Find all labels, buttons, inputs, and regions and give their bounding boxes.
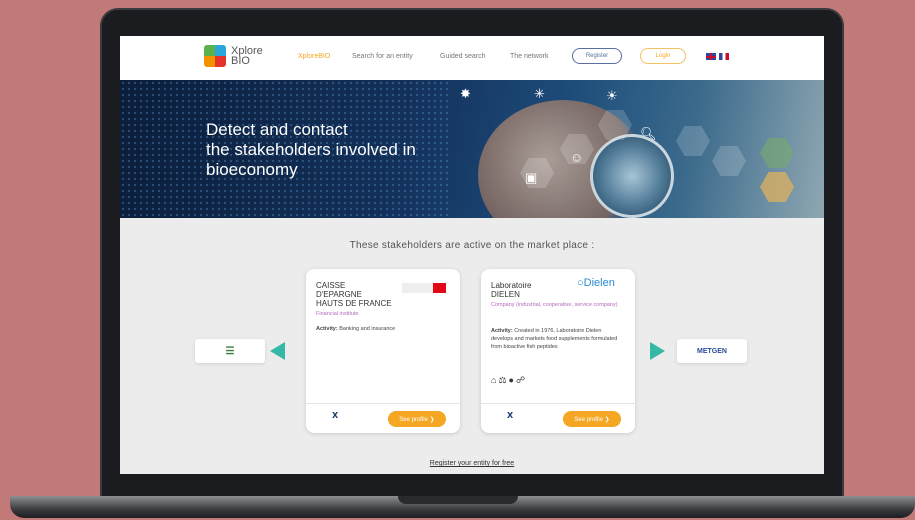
xplorebio-logo[interactable]: Xplore BIO bbox=[204, 45, 263, 67]
card-footer: 𝗫 See profile ❯ bbox=[481, 403, 635, 433]
card-name-line1: Laboratoire bbox=[491, 281, 532, 290]
card-name-line2: DIELEN bbox=[491, 290, 520, 299]
see-profile-button[interactable]: See profile ❯ bbox=[388, 411, 446, 427]
card-activity-label: Activity: bbox=[491, 328, 513, 334]
nav-link-network[interactable]: The network bbox=[510, 53, 549, 60]
network-icon: ✳ bbox=[534, 86, 545, 101]
hex-tile-wheat bbox=[760, 172, 794, 202]
carousel-prev-arrow-icon[interactable] bbox=[270, 342, 285, 360]
card-type: Financial institute bbox=[316, 311, 359, 317]
hex-tile-leaves bbox=[760, 138, 794, 168]
stakeholder-card: CAISSE D'EPARGNE HAUTS DE FRANCE Financi… bbox=[306, 269, 460, 433]
register-entity-link[interactable]: Register your entity for free bbox=[120, 460, 824, 467]
section-title: These stakeholders are active on the mar… bbox=[349, 240, 595, 251]
stakeholder-card: Laboratoire DIELEN ○Dielen Company (indu… bbox=[481, 269, 635, 433]
hero-title-line3: bioeconomy bbox=[206, 160, 298, 179]
card-footer: 𝗫 See profile ❯ bbox=[306, 403, 460, 433]
hero-title-line1: Detect and contact bbox=[206, 120, 348, 139]
logo-text-line2: BIO bbox=[231, 55, 250, 67]
presentation-icon: ▣ bbox=[525, 170, 538, 185]
hero-banner: 🔍︎ ☀ ✳ ✸ ☺ ▣ Detect and contact the stak… bbox=[120, 80, 824, 218]
institution-icon: 𝗫 bbox=[332, 411, 339, 420]
nav-link-guided-search[interactable]: Guided search bbox=[440, 53, 486, 60]
screen: Xplore BIO XploreBIO Search for an entit… bbox=[120, 36, 824, 474]
card-type: Company (industrial, cooperative, servic… bbox=[491, 302, 618, 308]
card-sector-icons: ⌂⚖●☍ bbox=[491, 375, 527, 386]
carousel-next-arrow-icon[interactable] bbox=[650, 342, 665, 360]
login-button[interactable]: Login bbox=[640, 48, 686, 64]
nav-link-search-entity[interactable]: Search for an entity bbox=[352, 53, 413, 60]
card-activity: Activity: Created in 1976, Laboratoire D… bbox=[491, 327, 623, 351]
institution-icon: 𝗫 bbox=[507, 411, 514, 420]
magnifier-icon: 🔍︎ bbox=[640, 126, 657, 141]
see-profile-button[interactable]: See profile ❯ bbox=[563, 411, 621, 427]
logo-text: Xplore BIO bbox=[231, 46, 263, 67]
card-name-line1: CAISSE bbox=[316, 281, 346, 290]
document-icon: ☰ bbox=[225, 345, 235, 357]
share-icon: ☍ bbox=[515, 375, 528, 385]
hex-tile bbox=[712, 146, 746, 176]
hex-tile bbox=[676, 126, 710, 156]
metgen-logo-text: METGEN bbox=[697, 347, 727, 355]
hero-title: Detect and contact the stakeholders invo… bbox=[206, 120, 496, 180]
lightbulb-icon: ☀ bbox=[606, 88, 618, 103]
people-icon: ☺ bbox=[570, 150, 584, 165]
hero-title-line2: the stakeholders involved in bbox=[206, 140, 416, 159]
nav-link-xplorebio[interactable]: XploreBIO bbox=[298, 53, 330, 60]
badge-icon: ● bbox=[508, 375, 516, 385]
laptop-notch bbox=[398, 496, 518, 504]
balance-icon: ⚖ bbox=[498, 375, 509, 385]
card-name-line2: D'EPARGNE bbox=[316, 290, 362, 299]
flag-fr-icon[interactable] bbox=[719, 53, 729, 60]
caisse-epargne-logo bbox=[402, 283, 446, 293]
card-name-line3: HAUTS DE FRANCE bbox=[316, 299, 392, 308]
card-activity: Activity: Banking and insurance bbox=[316, 325, 448, 333]
dielen-logo-text: Dielen bbox=[583, 277, 615, 289]
carousel-logo-left[interactable]: ☰ bbox=[195, 339, 265, 363]
dielen-logo: ○Dielen bbox=[577, 277, 615, 289]
logo-mark-icon bbox=[204, 45, 226, 67]
top-nav: Xplore BIO XploreBIO Search for an entit… bbox=[120, 36, 824, 80]
card-activity-label: Activity: bbox=[316, 326, 338, 332]
flag-uk-icon[interactable] bbox=[706, 53, 716, 60]
register-button[interactable]: Register bbox=[572, 48, 622, 64]
card-name: CAISSE D'EPARGNE HAUTS DE FRANCE bbox=[316, 281, 406, 308]
card-name: Laboratoire DIELEN bbox=[491, 281, 581, 299]
card-activity-text: Banking and insurance bbox=[339, 326, 396, 332]
carousel-logo-right[interactable]: METGEN bbox=[677, 339, 747, 363]
compass-image bbox=[590, 134, 674, 218]
sparkle-icon: ✸ bbox=[460, 86, 471, 101]
